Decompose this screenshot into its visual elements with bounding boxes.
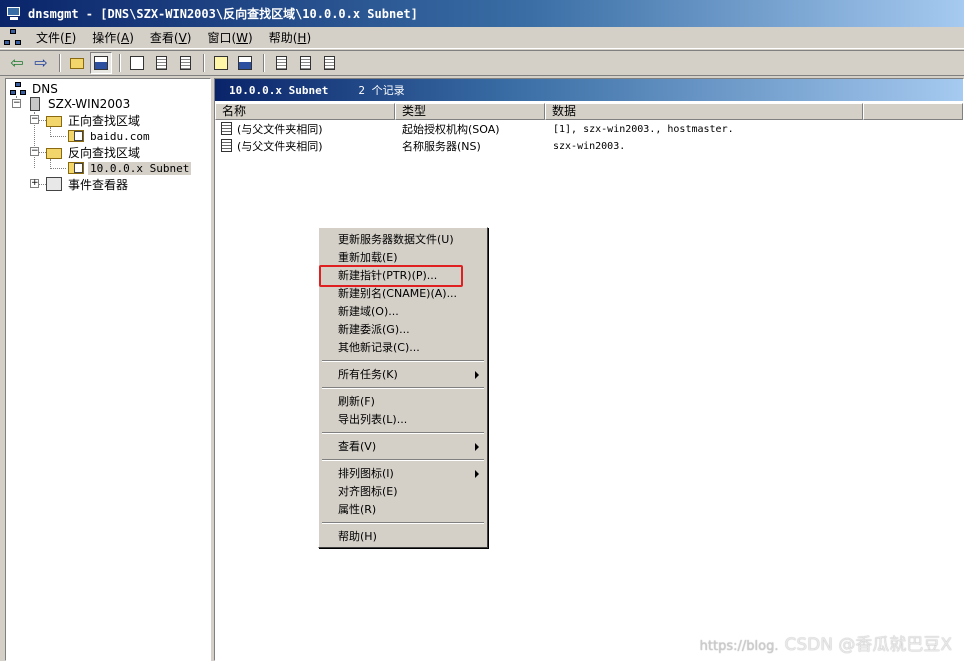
tree-node-dns[interactable]: DNS [10,81,60,97]
submenu-arrow-icon [475,443,479,451]
menu-item-all-tasks[interactable]: 所有任务(K) [321,366,485,384]
details-header: 10.0.0.x Subnet 2 个记录 [215,79,963,101]
record-icon [221,139,232,152]
tree-node-forward-zones[interactable]: 正向查找区域 [46,112,142,128]
menu-separator [322,387,484,389]
column-header-empty [863,103,963,120]
menu-help[interactable]: 帮助(H) [261,27,319,48]
column-header-name[interactable]: 名称 [215,103,395,120]
collapse-server-icon[interactable]: − [12,99,21,108]
menu-item-refresh[interactable]: 刷新(F) [321,393,485,411]
new-record-3-icon[interactable] [318,52,340,74]
zone-icon [68,130,84,142]
back-arrow-icon[interactable]: ⇦ [6,52,28,74]
submenu-arrow-icon [475,470,479,478]
toolbar: ⇦ ⇨ [0,50,964,76]
menu-item-help[interactable]: 帮助(H) [321,528,485,546]
menu-separator [322,459,484,461]
dns-root-icon [10,82,26,96]
menu-item-new-domain[interactable]: 新建域(O)... [321,303,485,321]
console-tree-icon[interactable] [234,52,256,74]
menu-file[interactable]: 文件(F) [28,27,84,48]
tree-node-reverse-zones[interactable]: 反向查找区域 [46,144,142,160]
menu-separator [322,432,484,434]
annotation-highlight-box [319,265,463,287]
record-count: 2 个记录 [358,84,405,97]
table-row[interactable]: (与父文件夹相同) 名称服务器(NS) szx-win2003. [219,138,959,154]
tree-node-event-viewer[interactable]: 事件查看器 [46,176,130,192]
expand-event-viewer-icon[interactable]: + [30,179,39,188]
menu-item-new-alias[interactable]: 新建别名(CNAME)(A)... [321,285,485,303]
record-icon [221,122,232,135]
tree-node-reverse-subnet[interactable]: 10.0.0.x Subnet [68,160,192,176]
export-list-icon[interactable] [174,52,196,74]
menu-item-new-delegation[interactable]: 新建委派(G)... [321,321,485,339]
table-row[interactable]: (与父文件夹相同) 起始授权机构(SOA) [1], szx-win2003.,… [219,121,959,137]
watermark: https://blog. CSDN @香瓜就巴豆X [699,635,952,655]
show-hide-tree-icon[interactable] [90,52,112,74]
tree-node-baidu-zone[interactable]: baidu.com [68,128,152,144]
folder-icon [46,147,62,159]
collapse-forward-zones-icon[interactable]: − [30,115,39,124]
menu-item-other-records[interactable]: 其他新记录(C)... [321,339,485,357]
menu-item-arrange-icons[interactable]: 排列图标(I) [321,465,485,483]
menu-separator [322,522,484,524]
menu-separator [322,360,484,362]
details-title: 10.0.0.x Subnet [229,83,329,97]
forward-arrow-icon[interactable]: ⇨ [30,52,52,74]
console-tree: DNS − SZX-WIN2003 − 正向查找区域 baidu.com − 反… [5,78,211,661]
zone-icon [68,162,84,174]
server-icon [30,97,40,111]
column-headers: 名称 类型 数据 [215,103,963,120]
help-icon[interactable] [210,52,232,74]
window-title: dnsmgmt - [DNS\SZX-WIN2003\反向查找区域\10.0.0… [28,7,418,21]
title-bar: dnsmgmt - [DNS\SZX-WIN2003\反向查找区域\10.0.0… [0,0,964,27]
up-folder-icon[interactable] [66,52,88,74]
toolbar-separator [203,54,205,72]
menu-view[interactable]: 查看(V) [142,27,200,48]
properties-icon[interactable] [126,52,148,74]
toolbar-separator [263,54,265,72]
new-record-2-icon[interactable] [294,52,316,74]
column-header-data[interactable]: 数据 [545,103,863,120]
console-icon[interactable] [4,28,22,47]
menu-item-update-data-file[interactable]: 更新服务器数据文件(U) [321,231,485,249]
folder-icon [46,115,62,127]
event-viewer-icon [46,177,62,191]
menu-window[interactable]: 窗口(W) [199,27,260,48]
menu-item-properties[interactable]: 属性(R) [321,501,485,519]
submenu-arrow-icon [475,371,479,379]
menu-bar: 文件(F) 操作(A) 查看(V) 窗口(W) 帮助(H) [0,27,964,49]
refresh-icon[interactable] [150,52,172,74]
menu-action[interactable]: 操作(A) [84,27,142,48]
new-record-icon[interactable] [270,52,292,74]
toolbar-separator [59,54,61,72]
menu-item-export-list[interactable]: 导出列表(L)... [321,411,485,429]
menu-item-view[interactable]: 查看(V) [321,438,485,456]
column-header-type[interactable]: 类型 [395,103,545,120]
collapse-reverse-zones-icon[interactable]: − [30,147,39,156]
dns-app-icon [6,6,22,22]
menu-item-line-up-icons[interactable]: 对齐图标(E) [321,483,485,501]
tree-node-server[interactable]: SZX-WIN2003 [30,96,132,112]
toolbar-separator [119,54,121,72]
